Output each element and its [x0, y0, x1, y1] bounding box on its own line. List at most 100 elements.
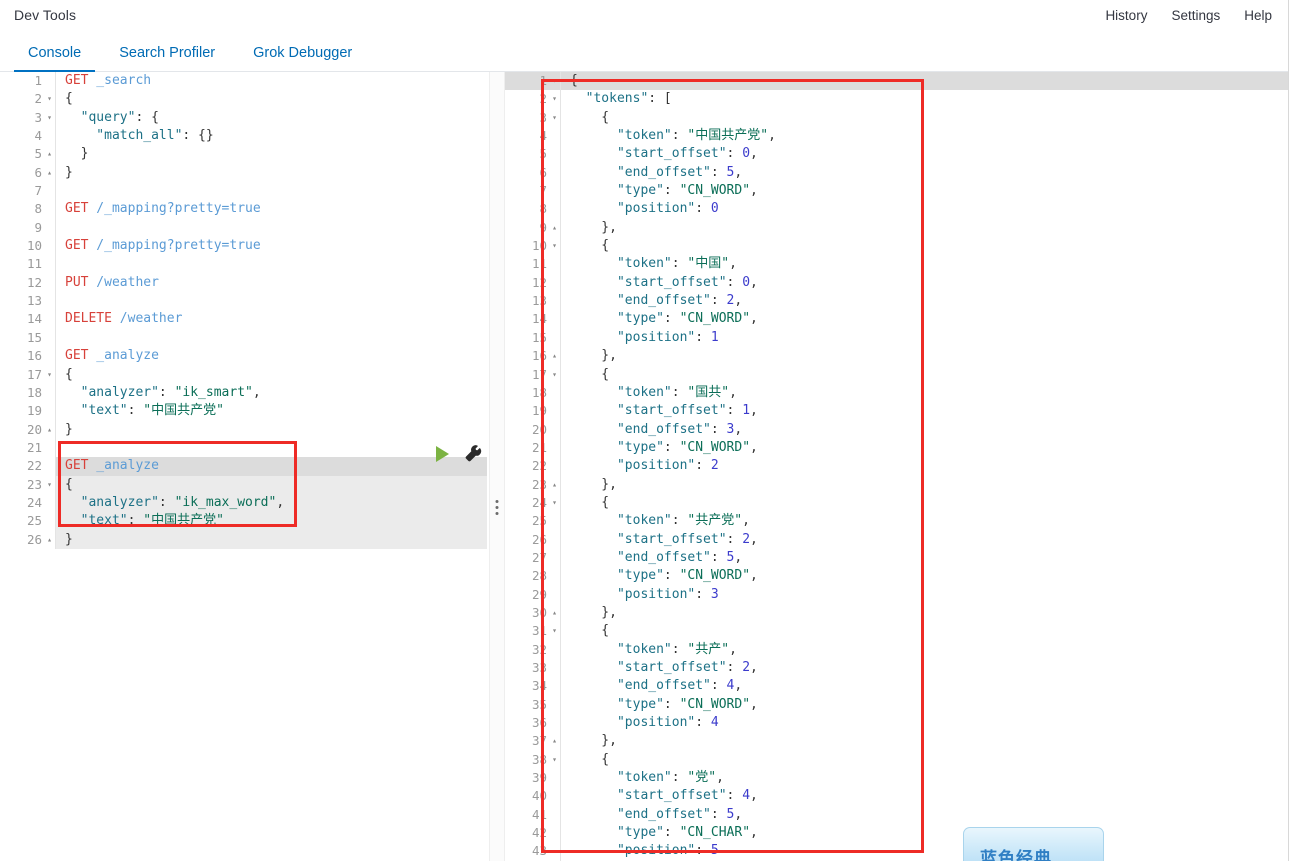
- code-line[interactable]: 41 "end_offset": 5,: [505, 805, 1288, 825]
- code-line[interactable]: 37 ▴ },: [505, 732, 1288, 751]
- fold-toggle-icon[interactable]: ▾: [549, 237, 560, 255]
- code-line[interactable]: 33 "start_offset": 2,: [505, 659, 1288, 678]
- fold-toggle-icon[interactable]: ▴: [549, 476, 560, 494]
- code-line[interactable]: 11 "token": "中国",: [505, 255, 1288, 274]
- fold-toggle-icon[interactable]: ▴: [549, 732, 560, 750]
- code-line[interactable]: 16 ▴ },: [505, 347, 1288, 366]
- code-line[interactable]: 42 "type": "CN_CHAR",: [505, 824, 1288, 843]
- floating-watermark-widget[interactable]: 蓝色经典: [963, 827, 1104, 861]
- tab-grok-debugger[interactable]: Grok Debugger: [239, 45, 366, 72]
- code-line[interactable]: 39 "token": "党",: [505, 769, 1288, 788]
- fold-toggle-icon[interactable]: ▴: [44, 164, 55, 182]
- code-line[interactable]: 10 GET /_mapping?pretty=true: [0, 237, 487, 256]
- fold-toggle-icon[interactable]: ▾: [549, 366, 560, 384]
- fold-toggle-icon[interactable]: ▴: [44, 531, 55, 549]
- code-line[interactable]: 14 DELETE /weather: [0, 310, 487, 329]
- code-line[interactable]: 34 "end_offset": 4,: [505, 677, 1288, 696]
- code-line[interactable]: 13 "end_offset": 2,: [505, 292, 1288, 311]
- fold-toggle-icon[interactable]: ▾: [549, 622, 560, 640]
- code-line[interactable]: 3 ▾ {: [505, 108, 1288, 128]
- code-line[interactable]: 24 ▾ {: [505, 493, 1288, 513]
- code-line[interactable]: 6 "end_offset": 5,: [505, 163, 1288, 183]
- code-line[interactable]: 15: [0, 328, 487, 348]
- code-line[interactable]: 5 ▴ }: [0, 145, 487, 164]
- play-icon[interactable]: [436, 445, 449, 462]
- code-line[interactable]: 8 "position": 0: [505, 200, 1288, 219]
- code-line[interactable]: 9 ▴ },: [505, 218, 1288, 238]
- code-line[interactable]: 22 "position": 2: [505, 457, 1288, 476]
- fold-toggle-icon[interactable]: ▴: [44, 421, 55, 439]
- wrench-icon[interactable]: [465, 445, 482, 462]
- code-line[interactable]: 21: [0, 438, 487, 458]
- code-line[interactable]: 36 "position": 4: [505, 714, 1288, 733]
- help-link[interactable]: Help: [1244, 8, 1272, 23]
- settings-link[interactable]: Settings: [1171, 8, 1220, 23]
- code-line[interactable]: 23 ▴ },: [505, 475, 1288, 494]
- code-line[interactable]: 28 "type": "CN_WORD",: [505, 567, 1288, 586]
- code-line[interactable]: 32 "token": "共产",: [505, 640, 1288, 659]
- code-line[interactable]: 8 GET /_mapping?pretty=true: [0, 200, 487, 219]
- fold-toggle-icon[interactable]: ▾: [549, 90, 560, 108]
- code-line[interactable]: 10 ▾ {: [505, 237, 1288, 256]
- code-line[interactable]: 2 ▾ {: [0, 90, 487, 109]
- code-line[interactable]: 20 "end_offset": 3,: [505, 420, 1288, 439]
- code-line[interactable]: 7: [0, 182, 487, 201]
- fold-toggle-icon[interactable]: ▾: [44, 476, 55, 494]
- splitter-grip-icon[interactable]: [495, 500, 499, 515]
- code-line[interactable]: 17 ▾ {: [505, 365, 1288, 384]
- code-line[interactable]: 5 "start_offset": 0,: [505, 145, 1288, 164]
- code-line[interactable]: 38 ▾ {: [505, 750, 1288, 770]
- code-line[interactable]: 4 "token": "中国共产党",: [505, 127, 1288, 146]
- request-editor[interactable]: 1 GET _search 2 ▾{3 ▾ "query": {4 "match_all…: [0, 72, 487, 549]
- code-line[interactable]: 2 ▾ "tokens": [: [505, 90, 1288, 109]
- fold-toggle-icon[interactable]: ▾: [549, 109, 560, 127]
- code-line[interactable]: 12 "start_offset": 0,: [505, 273, 1288, 293]
- code-line[interactable]: 25 "token": "共产党",: [505, 512, 1288, 531]
- code-line[interactable]: 43 "position": 5: [505, 842, 1288, 861]
- code-line[interactable]: 26 ▴}: [0, 530, 487, 549]
- code-line[interactable]: 26 "start_offset": 2,: [505, 530, 1288, 549]
- code-line[interactable]: 14 "type": "CN_WORD",: [505, 310, 1288, 329]
- code-line[interactable]: 35 "type": "CN_WORD",: [505, 695, 1288, 715]
- code-line[interactable]: 11: [0, 255, 487, 274]
- tab-search-profiler[interactable]: Search Profiler: [105, 45, 229, 72]
- code-line[interactable]: 24 "analyzer": "ik_max_word",: [0, 493, 487, 513]
- code-line[interactable]: 23 ▾ {: [0, 475, 487, 494]
- fold-toggle-icon[interactable]: ▴: [549, 347, 560, 365]
- pane-splitter[interactable]: [489, 72, 505, 861]
- fold-toggle-icon[interactable]: ▾: [44, 109, 55, 127]
- code-line[interactable]: 20 ▴}: [0, 420, 487, 439]
- fold-toggle-icon[interactable]: ▴: [549, 604, 560, 622]
- code-line[interactable]: 18 "token": "国共",: [505, 383, 1288, 403]
- code-line[interactable]: 17 ▾ {: [0, 365, 487, 384]
- code-line[interactable]: 4 "match_all": {}: [0, 127, 487, 146]
- fold-toggle-icon[interactable]: ▾: [549, 72, 560, 90]
- code-line[interactable]: 30 ▴ },: [505, 603, 1288, 623]
- code-line[interactable]: 6 ▴}: [0, 163, 487, 183]
- code-line[interactable]: 27 "end_offset": 5,: [505, 548, 1288, 568]
- fold-toggle-icon[interactable]: ▴: [549, 219, 560, 237]
- code-line[interactable]: 15 "position": 1: [505, 328, 1288, 348]
- fold-toggle-icon[interactable]: ▴: [44, 145, 55, 163]
- code-line[interactable]: 16 GET _analyze: [0, 347, 487, 366]
- response-output-pane[interactable]: 1 ▾{2 ▾ "tokens": [3 ▾ {4 "token": "中国共产党",…: [505, 72, 1288, 861]
- fold-toggle-icon[interactable]: ▾: [44, 366, 55, 384]
- tab-console[interactable]: Console: [14, 45, 96, 72]
- fold-toggle-icon[interactable]: ▾: [549, 494, 560, 512]
- code-line[interactable]: 7 "type": "CN_WORD",: [505, 182, 1288, 201]
- request-editor-pane[interactable]: 1 GET _search 2 ▾{3 ▾ "query": {4 "match_all…: [0, 72, 487, 861]
- code-line[interactable]: 13: [0, 292, 487, 311]
- code-line[interactable]: 18 "analyzer": "ik_smart",: [0, 383, 487, 403]
- fold-toggle-icon[interactable]: ▾: [549, 751, 560, 769]
- code-line[interactable]: 9: [0, 218, 487, 238]
- code-line[interactable]: 40 "start_offset": 4,: [505, 787, 1288, 806]
- code-line[interactable]: 25 "text": "中国共产党": [0, 512, 487, 531]
- code-line[interactable]: 29 "position": 3: [505, 585, 1288, 604]
- code-line[interactable]: 19 "start_offset": 1,: [505, 402, 1288, 421]
- code-line[interactable]: 31 ▾ {: [505, 622, 1288, 641]
- code-line[interactable]: 21 "type": "CN_WORD",: [505, 438, 1288, 458]
- code-line[interactable]: 19 "text": "中国共产党": [0, 402, 487, 421]
- fold-toggle-icon[interactable]: ▾: [44, 90, 55, 108]
- history-link[interactable]: History: [1105, 8, 1147, 23]
- code-line[interactable]: 22 GET _analyze: [0, 457, 487, 476]
